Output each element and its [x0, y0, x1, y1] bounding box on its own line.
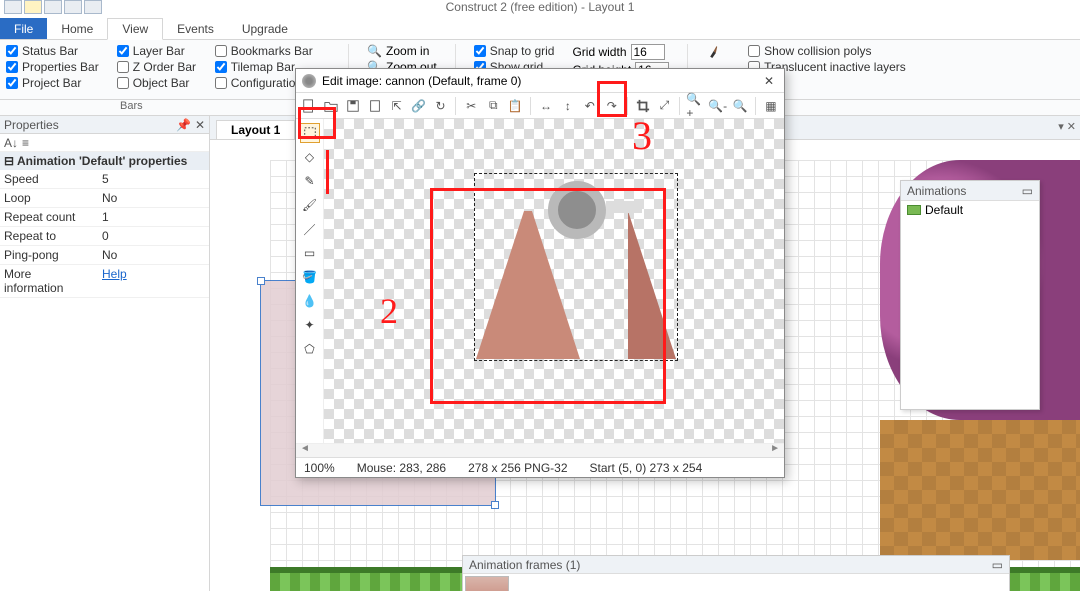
- rect-tool-icon[interactable]: ▭: [300, 243, 320, 263]
- app-title: Construct 2 (free edition) - Layout 1: [446, 0, 635, 14]
- menu-file[interactable]: File: [0, 18, 47, 39]
- status-mouse: Mouse: 283, 286: [357, 461, 446, 475]
- animation-item-default[interactable]: Default: [901, 201, 1039, 219]
- chk-project-bar[interactable]: Project Bar: [6, 76, 99, 90]
- h-scrollbar[interactable]: [296, 443, 784, 457]
- app-titlebar: Construct 2 (free edition) - Layout 1: [0, 0, 1080, 18]
- properties-title: Properties: [4, 118, 59, 132]
- mirror-v-icon[interactable]: ↕: [559, 96, 577, 116]
- annotation-line-1: [326, 150, 329, 194]
- animation-frames-panel[interactable]: Animation frames (1)▭: [462, 555, 1010, 591]
- close-icon[interactable]: ✕: [195, 118, 205, 132]
- selection-marquee: [474, 173, 678, 361]
- chk-show-collision[interactable]: Show collision polys: [748, 44, 906, 58]
- eraser-tool-icon[interactable]: ◇: [300, 147, 320, 167]
- zoom-in-icon[interactable]: 🔍+: [686, 96, 704, 116]
- brush-tool-icon[interactable]: 🖌: [300, 195, 320, 215]
- prop-loop[interactable]: No: [98, 189, 209, 207]
- save-icon[interactable]: [344, 96, 362, 116]
- rotate-ccw-icon[interactable]: ↶: [581, 96, 599, 116]
- panel-menu-icon[interactable]: ▭: [992, 558, 1003, 572]
- props-section: ⊟ Animation 'Default' properties: [0, 152, 209, 170]
- rotate-cw-icon[interactable]: ↷: [603, 96, 621, 116]
- mirror-h-icon[interactable]: ↔: [537, 96, 555, 116]
- paste-icon[interactable]: [366, 96, 384, 116]
- fill-tool-icon[interactable]: 🪣: [300, 267, 320, 287]
- prop-speed[interactable]: 5: [98, 170, 209, 188]
- prop-pingpong[interactable]: No: [98, 246, 209, 264]
- editor-toolbar: ⇱ 🔗 ↻ ✂ ⧉ 📋 ↔ ↕ ↶ ↷ ⤢ 🔍+ 🔍- 🔍 ▦: [296, 93, 784, 119]
- export-icon[interactable]: ⇱: [388, 96, 406, 116]
- qat-btn[interactable]: [84, 0, 102, 14]
- grid-toggle-icon[interactable]: ▦: [762, 96, 780, 116]
- chk-layer-bar[interactable]: Layer Bar: [117, 44, 197, 58]
- main-menu: File Home View Events Upgrade: [0, 18, 1080, 40]
- zoom-out-icon[interactable]: 🔍-: [708, 96, 727, 116]
- chk-snap-grid[interactable]: Snap to grid: [474, 44, 555, 58]
- zoom-in-button[interactable]: 🔍Zoom in: [367, 44, 437, 58]
- paste2-icon[interactable]: 📋: [506, 96, 524, 116]
- status-zoom: 100%: [304, 461, 335, 475]
- editor-tool-column: ◇ ✎ 🖌 ／ ▭ 🪣 💧 ✦ ⬠: [296, 119, 324, 443]
- menu-home[interactable]: Home: [47, 18, 107, 39]
- eyedropper-tool-icon[interactable]: 💧: [300, 291, 320, 311]
- tabbar-dropdown-icon[interactable]: ▾ ✕: [1058, 120, 1076, 133]
- reload-icon[interactable]: ↻: [432, 96, 450, 116]
- pencil-tool-icon[interactable]: ✎: [300, 171, 320, 191]
- chk-zorder-bar[interactable]: Z Order Bar: [117, 60, 197, 74]
- pin-icon[interactable]: 📌: [176, 118, 191, 132]
- frame-thumbnail[interactable]: [465, 576, 509, 591]
- chk-properties-bar[interactable]: Properties Bar: [6, 60, 99, 74]
- zoom-fit-icon[interactable]: 🔍: [731, 96, 749, 116]
- categorize-icon[interactable]: ≡: [22, 136, 29, 150]
- qat-btn[interactable]: [24, 0, 42, 14]
- line-tool-icon[interactable]: ／: [300, 219, 320, 239]
- editor-canvas[interactable]: [324, 119, 784, 443]
- zoom-in-icon: 🔍: [367, 44, 382, 58]
- quick-access-toolbar: [0, 0, 106, 14]
- grid-width-label: Grid width: [572, 45, 626, 59]
- help-link[interactable]: Help: [102, 267, 127, 281]
- select-rect-tool-icon[interactable]: [300, 123, 320, 143]
- menu-events[interactable]: Events: [163, 18, 228, 39]
- open-icon[interactable]: [322, 96, 340, 116]
- animations-panel[interactable]: Animations▭ Default: [900, 180, 1040, 410]
- qat-btn[interactable]: [4, 0, 22, 14]
- status-size: 278 x 256 PNG-32: [468, 461, 567, 475]
- qat-btn[interactable]: [64, 0, 82, 14]
- cut-icon[interactable]: ✂: [462, 96, 480, 116]
- properties-panel: Properties 📌 ✕ A↓ ≡ ⊟ Animation 'Default'…: [0, 116, 210, 591]
- link-icon[interactable]: 🔗: [410, 96, 428, 116]
- status-selection: Start (5, 0) 273 x 254: [590, 461, 703, 475]
- animation-swatch-icon: [907, 205, 921, 215]
- hotspot-tool-icon[interactable]: ✦: [300, 315, 320, 335]
- polygon-tool-icon[interactable]: ⬠: [300, 339, 320, 359]
- sort-icon[interactable]: A↓: [4, 136, 18, 150]
- grid-width-input[interactable]: [631, 44, 665, 60]
- dialog-title: Edit image: cannon (Default, frame 0): [322, 74, 521, 88]
- menu-upgrade[interactable]: Upgrade: [228, 18, 302, 39]
- copy-icon[interactable]: ⧉: [484, 96, 502, 116]
- scenery-tiles: [880, 420, 1080, 560]
- prop-repeat-to[interactable]: 0: [98, 227, 209, 245]
- menu-view[interactable]: View: [107, 18, 163, 40]
- dialog-app-icon: [302, 74, 316, 88]
- annotation-label-2: 2: [380, 290, 398, 332]
- chk-bookmarks-bar[interactable]: Bookmarks Bar: [215, 44, 330, 58]
- panel-menu-icon[interactable]: ▭: [1022, 184, 1033, 198]
- tab-layout1[interactable]: Layout 1: [216, 120, 295, 139]
- close-icon[interactable]: ✕: [760, 72, 778, 90]
- prop-repeat-count[interactable]: 1: [98, 208, 209, 226]
- dialog-titlebar[interactable]: Edit image: cannon (Default, frame 0) ✕: [296, 69, 784, 93]
- editor-statusbar: 100% Mouse: 283, 286 278 x 256 PNG-32 St…: [296, 457, 784, 477]
- image-editor-dialog: Edit image: cannon (Default, frame 0) ✕ …: [295, 68, 785, 478]
- qat-btn[interactable]: [44, 0, 62, 14]
- resize-icon[interactable]: ⤢: [656, 96, 674, 116]
- annotation-label-3: 3: [632, 112, 652, 159]
- new-icon[interactable]: [300, 96, 318, 116]
- chk-object-bar[interactable]: Object Bar: [117, 76, 197, 90]
- chk-status-bar[interactable]: Status Bar: [6, 44, 99, 58]
